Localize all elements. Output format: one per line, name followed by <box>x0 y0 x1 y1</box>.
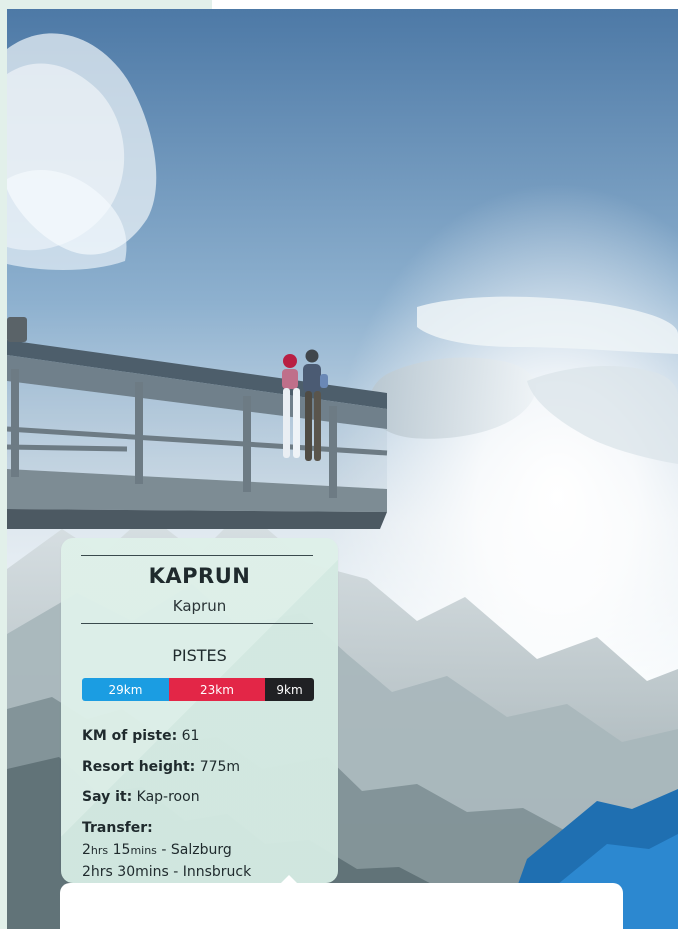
say-it-row: Say it: Kap-roon <box>82 789 200 805</box>
km-of-piste-row: KM of piste: 61 <box>82 728 199 744</box>
blue-pistes-segment: 29km <box>82 678 169 701</box>
resort-height-label: Resort height: <box>82 759 196 775</box>
bottom-content-panel <box>60 883 623 943</box>
pistes-breakdown-bar: 29km 23km 9km <box>82 678 314 701</box>
transfer-label-row: Transfer: <box>82 820 153 836</box>
km-of-piste-label: KM of piste: <box>82 728 178 744</box>
say-it-value: Kap-roon <box>136 789 200 805</box>
transfer-1-hours: 2 <box>82 842 91 858</box>
transfer-1-mins-unit: mins <box>130 844 157 857</box>
transfer-1-mins: 15 <box>112 842 131 858</box>
resort-title: KAPRUN <box>148 564 251 588</box>
km-of-piste-value: 61 <box>181 728 200 744</box>
card-pointer-notch <box>277 875 301 887</box>
black-pistes-segment: 9km <box>265 678 314 701</box>
top-divider <box>81 555 313 556</box>
left-mint-strip <box>0 0 7 929</box>
resort-subtitle: Kaprun <box>172 597 227 615</box>
transfer-1-hours-unit: hrs <box>90 844 109 857</box>
transfer-label: Transfer: <box>82 820 153 836</box>
transfer-salzburg-row: 2hrs 15mins - Salzburg <box>82 842 232 858</box>
say-it-label: Say it: <box>82 789 133 805</box>
resort-height-value: 775m <box>199 759 241 775</box>
transfer-1-destination: - Salzburg <box>156 842 232 858</box>
transfer-innsbruck-row: 2hrs 30mins - Innsbruck <box>82 864 252 880</box>
red-pistes-segment: 23km <box>169 678 265 701</box>
title-divider <box>81 623 313 624</box>
resort-height-row: Resort height: 775m <box>82 759 240 775</box>
pistes-heading: PISTES <box>172 646 227 665</box>
resort-info-card: KAPRUN Kaprun PISTES 29km 23km 9km KM of… <box>61 538 338 883</box>
